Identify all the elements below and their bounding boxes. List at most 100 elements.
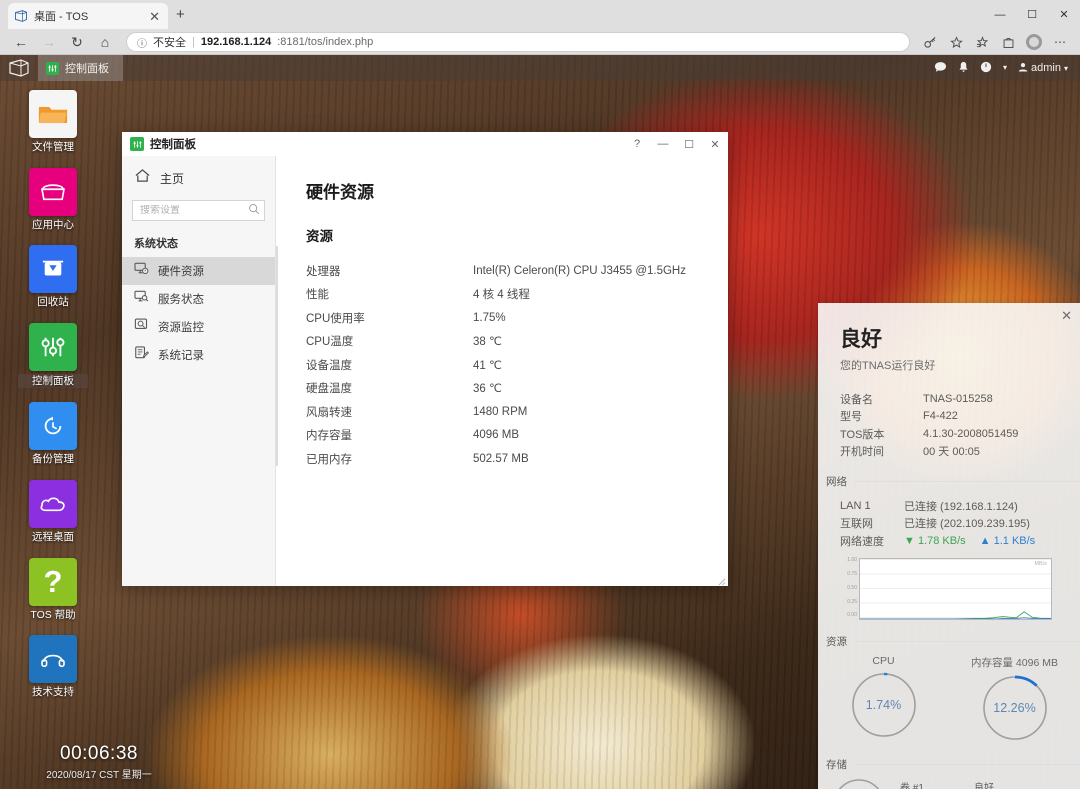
user-caret-icon: ▾ [1063,63,1068,73]
desktop-icon-remote-desktop[interactable]: 远程桌面 [18,479,88,544]
window-close-button[interactable]: ✕ [1048,0,1080,29]
desktop-icon-tech-support[interactable]: 技术支持 [18,635,88,699]
memory-gauge-group: 内存容量 4096 MB 12.26% [956,655,1074,743]
device-info-list: 设备名 TNAS-015258 型号 F4-422 TOS版本 4.1.30-2… [840,390,1062,460]
tos-cube-logo[interactable] [0,55,38,81]
sidebar-item-resource-monitor[interactable]: 资源监控 [122,313,275,341]
list-item: TOS版本 4.1.30-2008051459 [840,425,1062,443]
window-help-button[interactable]: ? [624,132,650,156]
sidebar-item-label: 系统记录 [158,350,204,362]
y-tick-label: 0.25 [847,598,857,605]
info-key: 设备名 [840,393,873,406]
home-icon[interactable]: ⌂ [92,31,118,53]
resources-section-label: 资源 [826,635,847,648]
tab-close-icon[interactable]: ✕ [147,10,162,23]
close-icon[interactable]: ✕ [1061,309,1072,322]
address-bar[interactable]: ⓘ 不安全 | 192.168.1.124 :8181/tos/index.ph… [126,32,910,52]
desktop-icon-app-center[interactable]: 应用中心 [18,167,88,232]
section-title: 资源 [306,229,333,244]
taskbar-item-control-panel[interactable]: 控制面板 [38,55,123,81]
content-scrollbar[interactable] [276,246,278,466]
control-panel-titlebar[interactable]: 控制面板 ? — ☐ ✕ [122,132,728,156]
sidebar-item-home[interactable]: 主页 [122,160,275,196]
security-status-text: 不安全 [153,37,186,49]
control-panel-icon [130,137,144,151]
browser-navbar: ← → ↻ ⌂ ⓘ 不安全 | 192.168.1.124 :8181/tos/… [0,29,1080,55]
search-icon[interactable] [248,202,260,220]
reload-icon[interactable]: ↻ [64,31,90,53]
user-icon [1018,62,1028,75]
forward-icon[interactable]: → [36,31,62,53]
row-value: 1480 RPM [473,405,528,418]
table-row: 硬盘温度 36 ℃ [306,377,700,401]
shopping-icon[interactable] [996,31,1020,53]
back-icon[interactable]: ← [8,31,34,53]
new-tab-button[interactable]: + [176,7,185,22]
y-tick-label: 0.75 [847,570,857,577]
collections-icon[interactable] [970,31,994,53]
window-maximize-button[interactable]: ☐ [676,132,702,156]
network-value: 已连接 (192.168.1.124) [904,500,1018,513]
info-key: TOS版本 [840,428,885,441]
browser-tab[interactable]: 桌面 - TOS ✕ [8,3,168,29]
desktop-icon-tos-help[interactable]: ? TOS 帮助 [18,557,88,622]
caret-down-icon[interactable]: ▾ [1003,64,1007,72]
list-item: 设备名 TNAS-015258 [840,390,1062,408]
network-value: 已连接 (202.109.239.195) [904,518,1030,531]
window-maximize-button[interactable]: ☐ [1016,0,1048,29]
chart-plot-area: MB/s [859,557,1052,620]
tab-strip: 桌面 - TOS ✕ + — ☐ ✕ [0,0,1080,29]
network-speed-label: 网络速度 [840,535,884,548]
row-key: 设备温度 [306,359,352,372]
desktop-icon-recycle-bin[interactable]: 回收站 [18,245,88,309]
row-value: 4 核 4 线程 [473,289,530,302]
table-row: 设备温度 41 ℃ [306,353,700,377]
row-value: Intel(R) Celeron(R) CPU J3455 @1.5GHz [473,264,686,277]
hardware-monitor-icon [134,262,149,280]
row-key: 风扇转速 [306,406,352,419]
info-value: F4-422 [923,410,958,423]
notification-bell-icon[interactable] [958,61,969,75]
browser-chrome: 桌面 - TOS ✕ + — ☐ ✕ ← → ↻ ⌂ ⓘ 不安全 | 192.1… [0,0,1080,55]
app-store-icon [29,167,77,216]
window-minimize-button[interactable]: — [650,132,676,156]
divider [855,763,1080,765]
favorite-star-icon[interactable] [944,31,968,53]
page-title: 硬件资源 [306,183,374,202]
desktop-icon-control-panel[interactable]: 控制面板 [18,322,88,389]
more-options-icon[interactable]: ⋯ [1048,31,1072,53]
user-menu[interactable]: admin ▾ [1018,62,1068,75]
window-minimize-button[interactable]: — [984,0,1016,29]
url-host: 192.168.1.124 [200,36,272,48]
sidebar-item-hardware-resource[interactable]: 硬件资源 [122,257,275,285]
hardware-resource-table: 处理器 Intel(R) Celeron(R) CPU J3455 @1.5GH… [306,259,700,471]
power-icon[interactable] [980,61,992,75]
window-close-button[interactable]: ✕ [702,132,728,156]
status-header: 良好 您的TNAS运行良好 设备名 TNAS-015258 型号 F4-422 … [818,303,1080,460]
recycle-bin-icon [29,245,77,294]
row-value: 36 ℃ [473,383,502,396]
y-tick-label: 1.00 [847,556,857,563]
key-icon[interactable] [918,31,942,53]
sidebar-item-system-log[interactable]: 系统记录 [122,341,275,369]
control-panel-window: 控制面板 ? — ☐ ✕ 主页 搜索设置 系统状态 硬件资源 服务状态 资源监控… [122,132,728,586]
storage-gauge: 0% [830,776,888,789]
desktop-icon-label: 回收站 [37,296,69,309]
search-input[interactable] [140,205,248,216]
window-resize-handle[interactable] [715,573,726,586]
desktop-icon-list: 文件管理 应用中心 回收站 控制面板 备份管理 远程桌面 ? TOS 帮助 技术… [18,90,88,713]
network-speed-chart: 1.00 0.75 0.50 0.25 0.00 MB/s [840,556,1052,620]
sidebar-search-box[interactable] [132,200,265,221]
sidebar-home-label: 主页 [160,171,185,186]
gauge-value: 12.26% [993,700,1036,715]
resource-monitor-icon [134,318,149,336]
sidebar-item-service-status[interactable]: 服务状态 [122,285,275,313]
profile-avatar[interactable] [1022,31,1046,53]
desktop-icon-file-manager[interactable]: 文件管理 [18,90,88,154]
list-item: 互联网 已连接 (202.109.239.195) [840,515,1080,533]
chat-icon[interactable] [934,61,947,75]
row-key: CPU温度 [306,336,354,349]
desktop-icon-backup-manager[interactable]: 备份管理 [18,402,88,466]
sidebar-item-label: 服务状态 [158,294,204,306]
list-item: 开机时间 00 天 00:05 [840,443,1062,461]
